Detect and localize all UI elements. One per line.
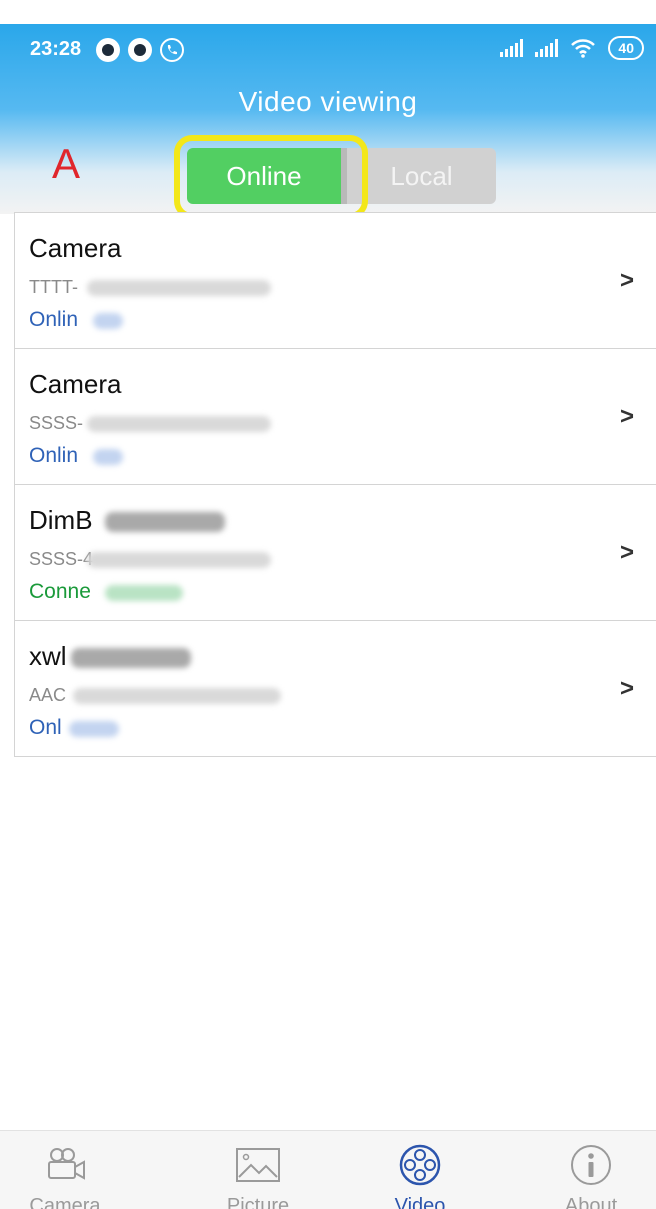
redacted-text — [71, 648, 191, 668]
list-item[interactable]: DimB SSSS-4 Conne > — [15, 485, 656, 621]
device-id: SSSS- — [29, 413, 84, 433]
device-status: Conne — [29, 580, 91, 603]
device-status: Onl — [29, 716, 62, 739]
list-item[interactable]: xwl AAC Onl > — [15, 621, 656, 757]
status-bar: 23:28 40 — [0, 24, 656, 76]
redacted-text — [93, 449, 123, 465]
camera-icon — [48, 1148, 85, 1180]
picture-icon — [236, 1148, 280, 1182]
status-time: 23:28 — [30, 38, 82, 60]
notification-app-icon — [96, 38, 120, 62]
redacted-text — [93, 313, 123, 329]
device-id: AAC — [29, 685, 67, 705]
battery-indicator: 40 — [608, 36, 644, 60]
signal-icon — [500, 39, 524, 57]
top-margin — [0, 0, 656, 24]
redacted-text — [73, 688, 281, 704]
page-title: Video viewing — [238, 86, 418, 117]
device-id: TTTT- — [29, 277, 78, 297]
device-id: SSSS-4 — [29, 549, 94, 569]
device-name: Camera — [29, 233, 122, 263]
list-item[interactable]: Camera TTTT- Onlin > — [15, 213, 656, 349]
device-name: Camera — [29, 369, 122, 399]
chevron-right-icon: > — [619, 675, 634, 702]
chevron-right-icon: > — [619, 539, 634, 566]
chevron-right-icon: > — [619, 403, 634, 430]
info-icon — [571, 1145, 611, 1185]
redacted-text — [87, 416, 271, 432]
wifi-icon — [571, 39, 596, 58]
video-reel-icon — [399, 1144, 441, 1186]
redacted-text — [69, 721, 119, 737]
tab-local[interactable]: Local — [347, 148, 496, 204]
redacted-text — [105, 512, 225, 532]
device-name: xwl — [29, 641, 67, 671]
device-status: Onlin — [29, 444, 79, 467]
redacted-text — [87, 280, 271, 296]
tab-picture[interactable]: Picture — [193, 1131, 323, 1209]
chevron-right-icon: > — [619, 267, 634, 294]
phone-message-icon — [160, 38, 184, 62]
list-item[interactable]: Camera SSSS- Onlin > — [15, 349, 656, 485]
highlight-annotation — [174, 135, 368, 219]
status-icons: 40 — [500, 36, 644, 60]
redacted-text — [105, 585, 183, 601]
tab-video-label: Video — [394, 1195, 446, 1209]
tab-camera[interactable]: Camera — [0, 1131, 130, 1209]
redacted-text — [87, 552, 271, 568]
tab-video[interactable]: Video — [355, 1131, 485, 1209]
bottom-nav: Camera Picture Video About — [0, 1130, 656, 1209]
device-name: DimB — [29, 505, 93, 535]
notification-app-icon — [128, 38, 152, 62]
device-list: Camera TTTT- Onlin > Camera SSSS- Onlin … — [14, 212, 656, 757]
tab-picture-label: Picture — [226, 1195, 290, 1209]
annotation-letter: A — [52, 140, 81, 187]
tab-about-label: About — [564, 1195, 618, 1209]
tab-camera-label: Camera — [29, 1195, 101, 1209]
tab-about[interactable]: About — [526, 1131, 656, 1209]
device-status: Onlin — [29, 308, 79, 331]
signal-icon — [535, 39, 559, 57]
